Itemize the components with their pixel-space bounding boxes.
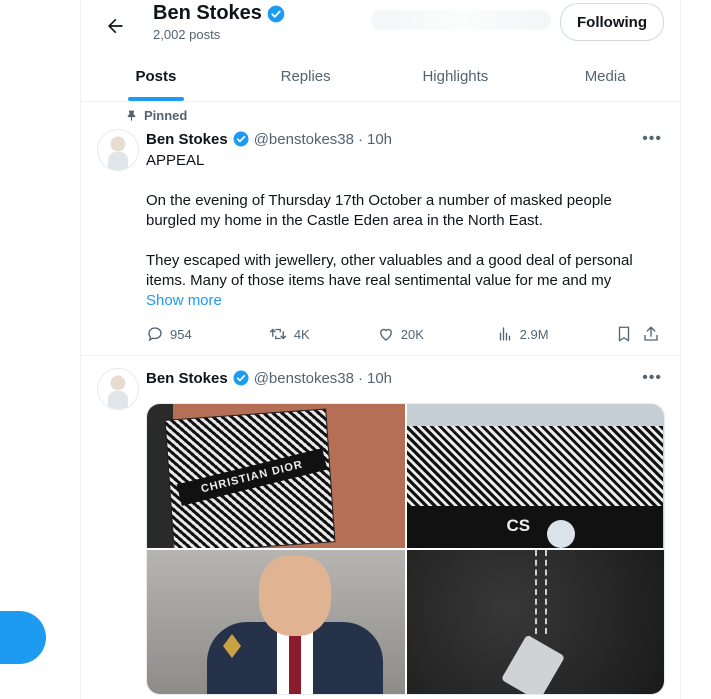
necklace-photo-icon [534,550,547,634]
share-icon [644,326,658,341]
photo-grid: CHRISTIAN DIOR CS [146,403,665,695]
repost-icon [269,328,287,340]
tab-media[interactable]: Media [530,52,680,101]
tweet-time[interactable]: 10h [367,131,392,148]
profile-name: Ben Stokes [153,2,286,25]
author-handle[interactable]: @benstokes38 [254,370,354,387]
pinned-indicator: Pinned [125,108,187,123]
tweet-time[interactable]: 10h [367,370,392,387]
author-name[interactable]: Ben Stokes [146,131,228,148]
tab-posts-label: Posts [135,68,177,85]
reply-count: 954 [170,326,192,342]
repost-count: 4K [293,326,310,342]
photo-monogram-bag[interactable]: CS [406,404,664,548]
like-button[interactable]: 20K [377,325,496,343]
analytics-icon [499,327,510,341]
tweet-paragraph: On the evening of Thursday 17th October … [146,192,612,229]
pendant-shape [500,634,565,694]
pinned-label: Pinned [144,108,188,123]
profile-tabs: Posts Replies Highlights Media [81,52,680,102]
timeline-column: Ben Stokes 2,002 posts Following Posts R… [80,0,681,699]
verified-badge-icon [267,5,285,22]
tweet-header: Ben Stokes @benstokes38 · 10h [146,130,392,148]
reply-icon [148,327,162,342]
tweet-header: Ben Stokes @benstokes38 · 10h [146,369,392,387]
photo-necklace[interactable] [406,550,664,694]
verified-badge-icon [233,131,249,147]
head-shape [259,556,331,636]
author-name[interactable]: Ben Stokes [146,370,228,387]
show-more-link[interactable]: Show more [146,291,651,311]
tab-media-label: Media [584,68,626,85]
more-options-icon[interactable]: ••• [642,369,662,387]
like-count: 20K [400,326,424,342]
bag-disc [546,520,575,548]
avatar[interactable] [97,129,139,171]
active-tab-indicator [127,97,184,101]
more-options-icon[interactable]: ••• [642,130,662,148]
pin-icon [127,110,136,121]
verified-badge-icon [233,370,249,386]
photo-dior-bag[interactable]: CHRISTIAN DIOR [147,404,405,548]
posts-count: 2,002 posts [153,27,221,42]
compose-post-button[interactable] [0,611,46,664]
reply-button[interactable]: 954 [146,325,268,343]
avatar[interactable] [97,368,139,410]
arrow-left-icon [108,18,123,34]
photo-portrait[interactable] [147,550,405,694]
back-button[interactable] [97,8,133,44]
tweet-actions: 954 4K 20K 2.9M [146,324,666,344]
tie-shape [289,632,301,694]
tweet-text: APPEAL On the evening of Thursday 17th O… [146,151,651,311]
tab-posts[interactable]: Posts [81,52,231,101]
tab-replies[interactable]: Replies [231,52,381,101]
tweet-paragraph: They escaped with jewellery, other valua… [146,252,633,289]
tab-replies-label: Replies [280,68,331,85]
repost-button[interactable]: 4K [268,325,377,343]
views-button[interactable]: 2.9M [496,325,615,343]
bookmark-button[interactable] [615,325,643,343]
blurred-header-background [371,10,551,30]
profile-header: Ben Stokes 2,002 posts [153,0,286,42]
separator-dot: · [358,369,363,387]
bookmark-icon [618,326,629,342]
profile-name-text: Ben Stokes [153,2,262,24]
separator-dot: · [358,130,363,148]
tab-highlights-label: Highlights [422,68,489,85]
monogram-text: CS [506,516,531,535]
heart-icon [379,328,392,341]
author-handle[interactable]: @benstokes38 [254,131,354,148]
following-button[interactable]: Following [560,3,664,41]
tweet-paragraph: APPEAL [146,152,205,169]
share-button[interactable] [642,325,666,343]
tab-highlights[interactable]: Highlights [381,52,531,101]
bag-band [406,506,663,548]
views-count: 2.9M [519,326,549,342]
